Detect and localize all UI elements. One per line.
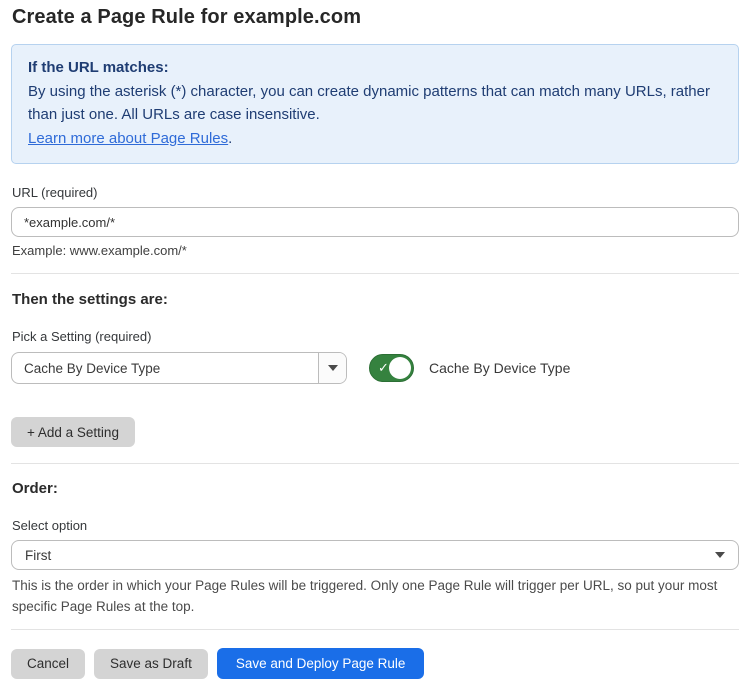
url-input[interactable] (11, 207, 739, 237)
info-box-heading: If the URL matches: (28, 56, 722, 79)
cache-device-toggle[interactable]: ✓ (369, 354, 414, 382)
url-field-label: URL (required) (12, 185, 739, 200)
chevron-down-icon (328, 365, 338, 371)
order-select-value: First (25, 548, 715, 563)
settings-section-heading: Then the settings are: (12, 291, 739, 308)
footer-actions: Cancel Save as Draft Save and Deploy Pag… (11, 648, 739, 679)
toggle-label: Cache By Device Type (429, 360, 570, 376)
save-and-deploy-button[interactable]: Save and Deploy Page Rule (217, 648, 425, 679)
save-as-draft-button[interactable]: Save as Draft (94, 649, 208, 679)
order-section-heading: Order: (12, 480, 739, 497)
setting-row: Cache By Device Type ✓ Cache By Device T… (11, 352, 739, 384)
link-suffix: . (228, 130, 232, 147)
check-icon: ✓ (378, 361, 389, 374)
order-select-label: Select option (12, 518, 739, 533)
setting-dropdown-arrow-button[interactable] (318, 353, 346, 383)
cancel-button[interactable]: Cancel (11, 649, 85, 679)
info-box-link-line: Learn more about Page Rules. (28, 127, 722, 150)
info-box-body: By using the asterisk (*) character, you… (28, 80, 722, 126)
url-example-helper: Example: www.example.com/* (12, 243, 739, 258)
divider (11, 463, 739, 464)
page-title: Create a Page Rule for example.com (12, 6, 739, 29)
create-page-rule-form: Create a Page Rule for example.com If th… (0, 0, 750, 688)
order-select[interactable]: First (11, 540, 739, 570)
setting-dropdown-value: Cache By Device Type (12, 353, 318, 383)
chevron-down-icon (715, 552, 725, 558)
divider (11, 629, 739, 630)
add-setting-button[interactable]: + Add a Setting (11, 417, 135, 447)
order-helper-text: This is the order in which your Page Rul… (12, 575, 732, 617)
toggle-knob (389, 357, 411, 379)
learn-more-link[interactable]: Learn more about Page Rules (28, 130, 228, 147)
setting-dropdown[interactable]: Cache By Device Type (11, 352, 347, 384)
pick-setting-label: Pick a Setting (required) (12, 329, 739, 344)
divider (11, 273, 739, 274)
url-match-info-box: If the URL matches: By using the asteris… (11, 44, 739, 164)
